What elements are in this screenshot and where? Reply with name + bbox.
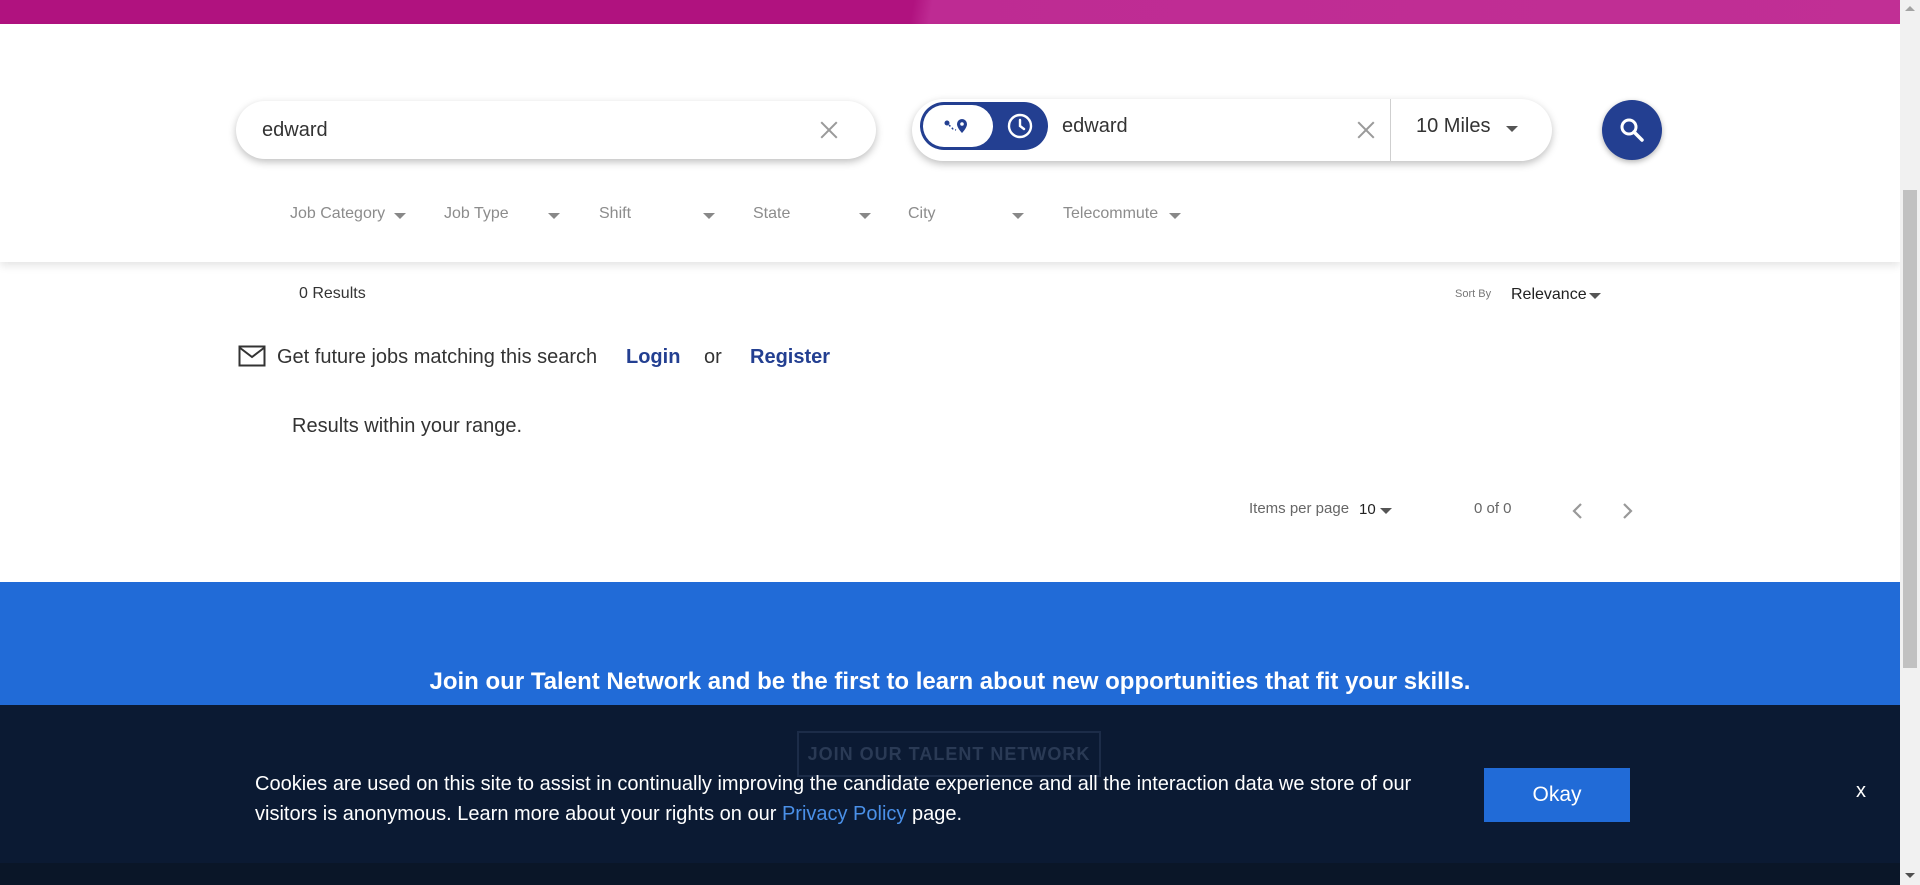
or-text: or	[704, 346, 722, 368]
keyword-search-value[interactable]: edward	[262, 119, 328, 142]
previous-page-button[interactable]	[1564, 497, 1592, 525]
cookie-close-button[interactable]: x	[1856, 780, 1866, 803]
job-alert-text: Get future jobs matching this search	[277, 346, 598, 368]
caret-down-icon	[859, 213, 871, 219]
location-search-value[interactable]: edward	[1062, 115, 1128, 138]
cookie-banner: JOIN OUR TALENT NETWORK Cookies are used…	[0, 705, 1900, 863]
top-banner	[0, 0, 1900, 24]
chevron-left-icon	[1572, 503, 1582, 519]
items-per-page-caret-icon[interactable]	[1380, 508, 1392, 514]
route-pin-icon	[944, 119, 967, 133]
filter-label: State	[753, 205, 791, 222]
location-divider	[1390, 99, 1391, 161]
filter-label: Telecommute	[1063, 205, 1159, 222]
items-per-page-label: Items per page	[1249, 500, 1350, 517]
page-scrollbar[interactable]	[1900, 0, 1920, 885]
scroll-down-arrow[interactable]	[1905, 873, 1915, 878]
filter-label: Job Category	[290, 205, 386, 222]
filter-job-category[interactable]: Job Category	[290, 205, 406, 223]
results-count: 0 Results	[299, 285, 366, 302]
chevron-right-icon	[1623, 503, 1633, 519]
login-link[interactable]: Login	[626, 346, 680, 369]
talent-network-headline: Join our Talent Network and be the first…	[429, 668, 1471, 695]
search-mode-toggle[interactable]	[920, 102, 1048, 150]
filter-telecommute[interactable]: Telecommute	[1063, 205, 1181, 223]
items-per-page-select[interactable]: 10	[1359, 501, 1376, 518]
page-range: 0 of 0	[1474, 500, 1512, 517]
page: edward edward 10 Miles Job Category Job …	[0, 0, 1920, 885]
filter-shift[interactable]: Shift	[599, 205, 715, 223]
scroll-up-arrow[interactable]	[1905, 6, 1915, 11]
filter-job-type[interactable]: Job Type	[444, 205, 560, 223]
caret-down-icon	[548, 213, 560, 219]
footer-strip	[0, 863, 1900, 885]
location-search-field[interactable]: edward 10 Miles	[912, 99, 1552, 161]
mail-icon	[238, 345, 266, 367]
caret-down-icon	[1012, 213, 1024, 219]
range-message: Results within your range.	[292, 415, 523, 437]
filter-label: City	[908, 205, 936, 222]
privacy-policy-link[interactable]: Privacy Policy	[782, 803, 906, 825]
register-link[interactable]: Register	[750, 346, 830, 369]
filter-label: Job Type	[444, 205, 509, 222]
filter-city[interactable]: City	[908, 205, 1024, 223]
sort-by-label: Sort By	[1455, 288, 1492, 300]
caret-down-icon	[1169, 213, 1181, 219]
cookie-message: Cookies are used on this site to assist …	[255, 769, 1455, 829]
clock-icon	[1007, 113, 1033, 139]
keyword-search-field[interactable]: edward	[236, 101, 876, 159]
sort-caret-icon[interactable]	[1589, 293, 1601, 299]
filter-state[interactable]: State	[753, 205, 871, 223]
caret-down-icon	[703, 213, 715, 219]
search-button[interactable]	[1602, 100, 1662, 160]
toggle-distance-option[interactable]	[923, 105, 993, 147]
sort-by-select[interactable]: Relevance	[1511, 286, 1587, 304]
clear-keyword-icon[interactable]	[818, 119, 840, 141]
filter-label: Shift	[599, 205, 632, 222]
cookie-text-end: page.	[906, 803, 963, 825]
search-icon	[1620, 118, 1644, 142]
distance-select[interactable]: 10 Miles	[1416, 115, 1490, 138]
caret-down-icon	[394, 213, 406, 219]
next-page-button[interactable]	[1613, 497, 1641, 525]
distance-caret-icon[interactable]	[1506, 126, 1518, 132]
cookie-okay-button[interactable]: Okay	[1484, 768, 1630, 822]
clear-location-icon[interactable]	[1355, 119, 1377, 141]
scroll-thumb[interactable]	[1903, 190, 1917, 668]
